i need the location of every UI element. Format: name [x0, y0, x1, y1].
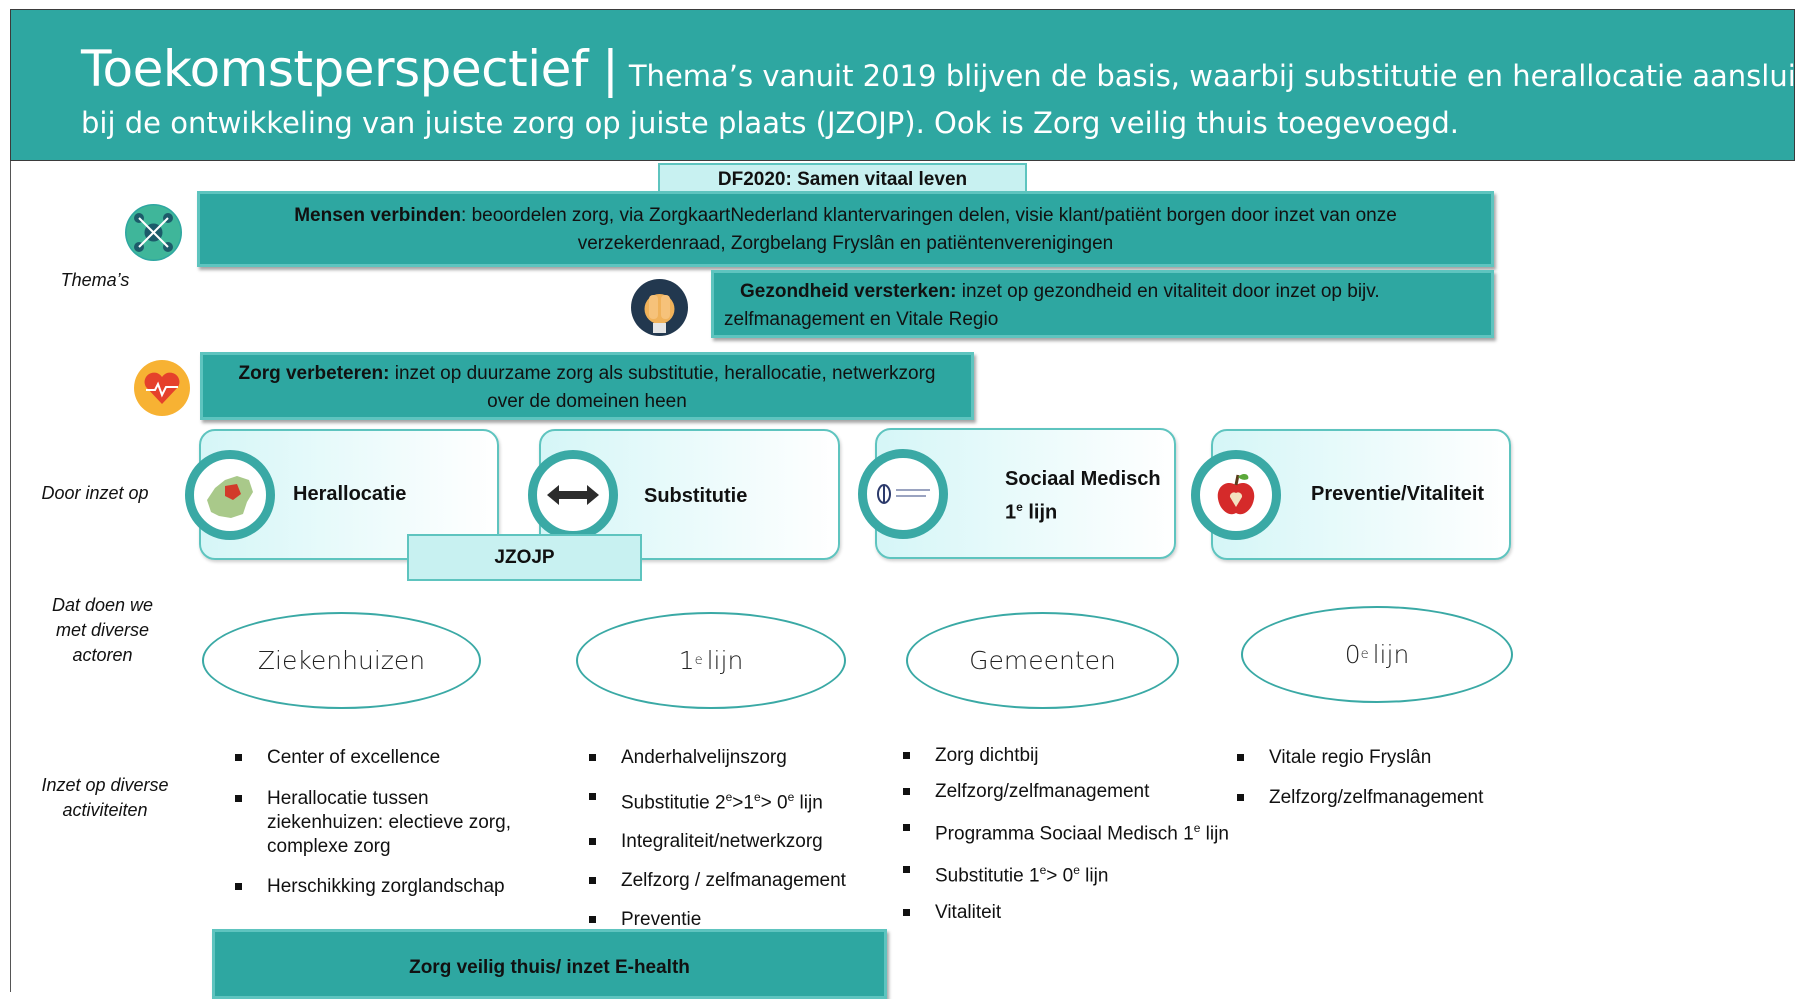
df2020-label: DF2020: Samen vitaal leven — [717, 169, 968, 190]
swap-arrows-icon — [528, 450, 618, 540]
label-actoren: Dat doen we met diverse actoren — [30, 593, 175, 668]
actor-nulde-lijn: 0e lijn — [1241, 606, 1513, 703]
theme-mensen-title: Mensen verbinden — [294, 205, 462, 226]
apple-icon — [1191, 450, 1281, 540]
actor-eerste-lijn: lijn — [706, 646, 744, 675]
jzojp-box: JZOJP — [407, 534, 642, 581]
label-themas-text: Thema’s — [60, 270, 130, 290]
actor-eerste-number: 1 — [678, 646, 695, 675]
title-line-1: Toekomstperspectief | Thema’s vanuit 2019 … — [81, 40, 1795, 98]
list-item: Zorg dichtbij — [899, 744, 1279, 768]
theme-gezondheid-text-1: inzet op gezondheid en vitaliteit door i… — [956, 281, 1380, 302]
theme-zorg-verbeteren: Zorg verbeteren: inzet op duurzame zorg … — [200, 352, 974, 420]
actor-gemeenten: Gemeenten — [906, 612, 1179, 709]
list-item: Programma Sociaal Medisch 1e lijn — [899, 816, 1279, 846]
page-subtitle-line-2: bij de ontwikkeling van juiste zorg op j… — [81, 106, 1459, 140]
list-item: Substitutie 1e> 0e lijn — [899, 858, 1279, 888]
card-sociaal-line-2: 1e lijn — [1005, 493, 1161, 527]
theme-mensen-line-1: Mensen verbinden: beoordelen zorg, via Z… — [200, 202, 1491, 230]
label-actoren-line-1: Dat doen we — [51, 595, 154, 615]
theme-zorg-text-1: inzet op duurzame zorg als substitutie, … — [389, 363, 936, 384]
list-item: Integraliteit/netwerkzorg — [585, 830, 915, 854]
card-sociaal-medisch-label: Sociaal Medisch 1e lijn — [1005, 465, 1161, 527]
label-activiteiten-line-1: Inzet op diverse — [41, 775, 169, 795]
theme-mensen-text-1: : beoordelen zorg, via ZorgkaartNederlan… — [461, 205, 1397, 226]
actor-eerste-lijn: 1e lijn — [576, 612, 846, 709]
actor-ziekenhuizen: Ziekenhuizen — [202, 612, 481, 709]
sup-e: e — [1073, 863, 1080, 878]
label-activiteiten-line-2: activiteiten — [62, 800, 148, 820]
activities-ziekenhuizen: Center of excellence Herallocatie tussen… — [231, 746, 551, 899]
programme-logo-icon — [858, 449, 948, 539]
label-door-inzet-text: Door inzet op — [41, 483, 149, 503]
sub-lijn: lijn — [794, 792, 823, 814]
actor-eerste-suffix: e — [694, 653, 703, 668]
card-sociaal-ordinal: 1 — [1005, 501, 1017, 524]
actor-nulde-lijn: lijn — [1372, 640, 1410, 669]
heart-icon — [134, 360, 190, 416]
list-item: Center of excellence — [231, 746, 551, 770]
actor-nulde-number: 0 — [1344, 640, 1361, 669]
card-herallocatie-label: Herallocatie — [293, 483, 407, 505]
jzojp-label: JZOJP — [494, 547, 555, 568]
sub-lijn: lijn — [1079, 865, 1109, 887]
netherlands-map-icon — [185, 450, 275, 540]
theme-gezondheid-line-1: Gezondheid versterken: inzet op gezondhe… — [724, 278, 1491, 306]
list-item: Anderhalvelijnszorg — [585, 746, 915, 770]
actor-ziekenhuizen-label: Ziekenhuizen — [257, 646, 426, 675]
card-sociaal-line-1: Sociaal Medisch — [1005, 468, 1161, 490]
sub-2: Substitutie 2 — [621, 792, 726, 814]
list-item: Herallocatie tussen ziekenhuizen: electi… — [231, 787, 537, 859]
list-item: Zelfzorg/zelfmanagement — [1233, 786, 1563, 810]
header-banner: Toekomstperspectief | Thema’s vanuit 2019 … — [10, 9, 1795, 161]
label-door-inzet: Door inzet op — [30, 481, 160, 506]
sup-e: e — [753, 790, 761, 804]
card-preventie-label: Preventie/Vitaliteit — [1311, 483, 1485, 505]
title-separator: | — [601, 40, 619, 98]
theme-zorg-title: Zorg verbeteren: — [238, 363, 390, 384]
page-subtitle-line-1: Thema’s vanuit 2019 blijven de basis, wa… — [628, 59, 1795, 93]
list-item: Herschikking zorglandschap — [231, 875, 551, 899]
card-substitutie-label: Substitutie — [644, 485, 748, 507]
zorg-veilig-thuis-box: Zorg veilig thuis/ inzet E-health — [212, 929, 887, 999]
theme-gezondheid-title: Gezondheid versterken: — [740, 281, 957, 302]
sub-0: > 0 — [1046, 865, 1074, 887]
list-item: Zelfzorg / zelfmanagement — [585, 869, 915, 893]
list-item: Zelfzorg/zelfmanagement — [899, 780, 1279, 804]
list-item: Vitale regio Fryslân — [1233, 746, 1563, 770]
list-item: Vitaliteit — [899, 901, 1279, 925]
list-item: Substitutie 2e>1e> 0e lijn — [585, 785, 915, 815]
theme-gezondheid-text-2: zelfmanagement en Vitale Regio — [724, 309, 999, 330]
theme-zorg-text-2: over de domeinen heen — [487, 391, 687, 412]
theme-mensen-text-2: verzekerdenraad, Zorgbelang Fryslân en p… — [577, 233, 1114, 254]
label-actoren-line-2: met diverse — [55, 620, 150, 640]
theme-mensen-verbinden: Mensen verbinden: beoordelen zorg, via Z… — [197, 191, 1494, 267]
programma-text: Programma Sociaal Medisch 1 — [935, 823, 1194, 845]
programma-lijn: lijn — [1200, 823, 1229, 845]
hands-icon — [631, 279, 688, 336]
theme-zorg-line-1: Zorg verbeteren: inzet op duurzame zorg … — [203, 360, 971, 388]
theme-gezondheid-versterken: Gezondheid versterken: inzet op gezondhe… — [711, 270, 1494, 338]
actor-gemeenten-label: Gemeenten — [969, 646, 1116, 675]
label-actoren-line-3: actoren — [72, 645, 133, 665]
activities-gemeenten: Zorg dichtbij Zelfzorg/zelfmanagement Pr… — [899, 744, 1279, 925]
page-title: Toekomstperspectief — [81, 40, 588, 98]
sub-1: >1 — [732, 792, 754, 814]
people-connect-icon — [125, 204, 182, 261]
activities-nulde-lijn: Vitale regio Fryslân Zelfzorg/zelfmanage… — [1233, 746, 1563, 810]
zorg-veilig-thuis-label: Zorg veilig thuis/ inzet E-health — [409, 957, 690, 978]
card-sociaal-lijn: lijn — [1022, 501, 1058, 524]
card-sociaal-ordinal-suffix: e — [1016, 500, 1023, 514]
actor-nulde-suffix: e — [1360, 647, 1369, 662]
label-themas: Thema’s — [40, 268, 150, 293]
label-activiteiten: Inzet op diverse activiteiten — [25, 773, 185, 823]
sub-1: Substitutie 1 — [935, 865, 1040, 887]
activities-eerste-lijn: Anderhalvelijnszorg Substitutie 2e>1e> 0… — [585, 746, 915, 932]
sub-0: > 0 — [760, 792, 788, 814]
left-border — [10, 161, 11, 992]
